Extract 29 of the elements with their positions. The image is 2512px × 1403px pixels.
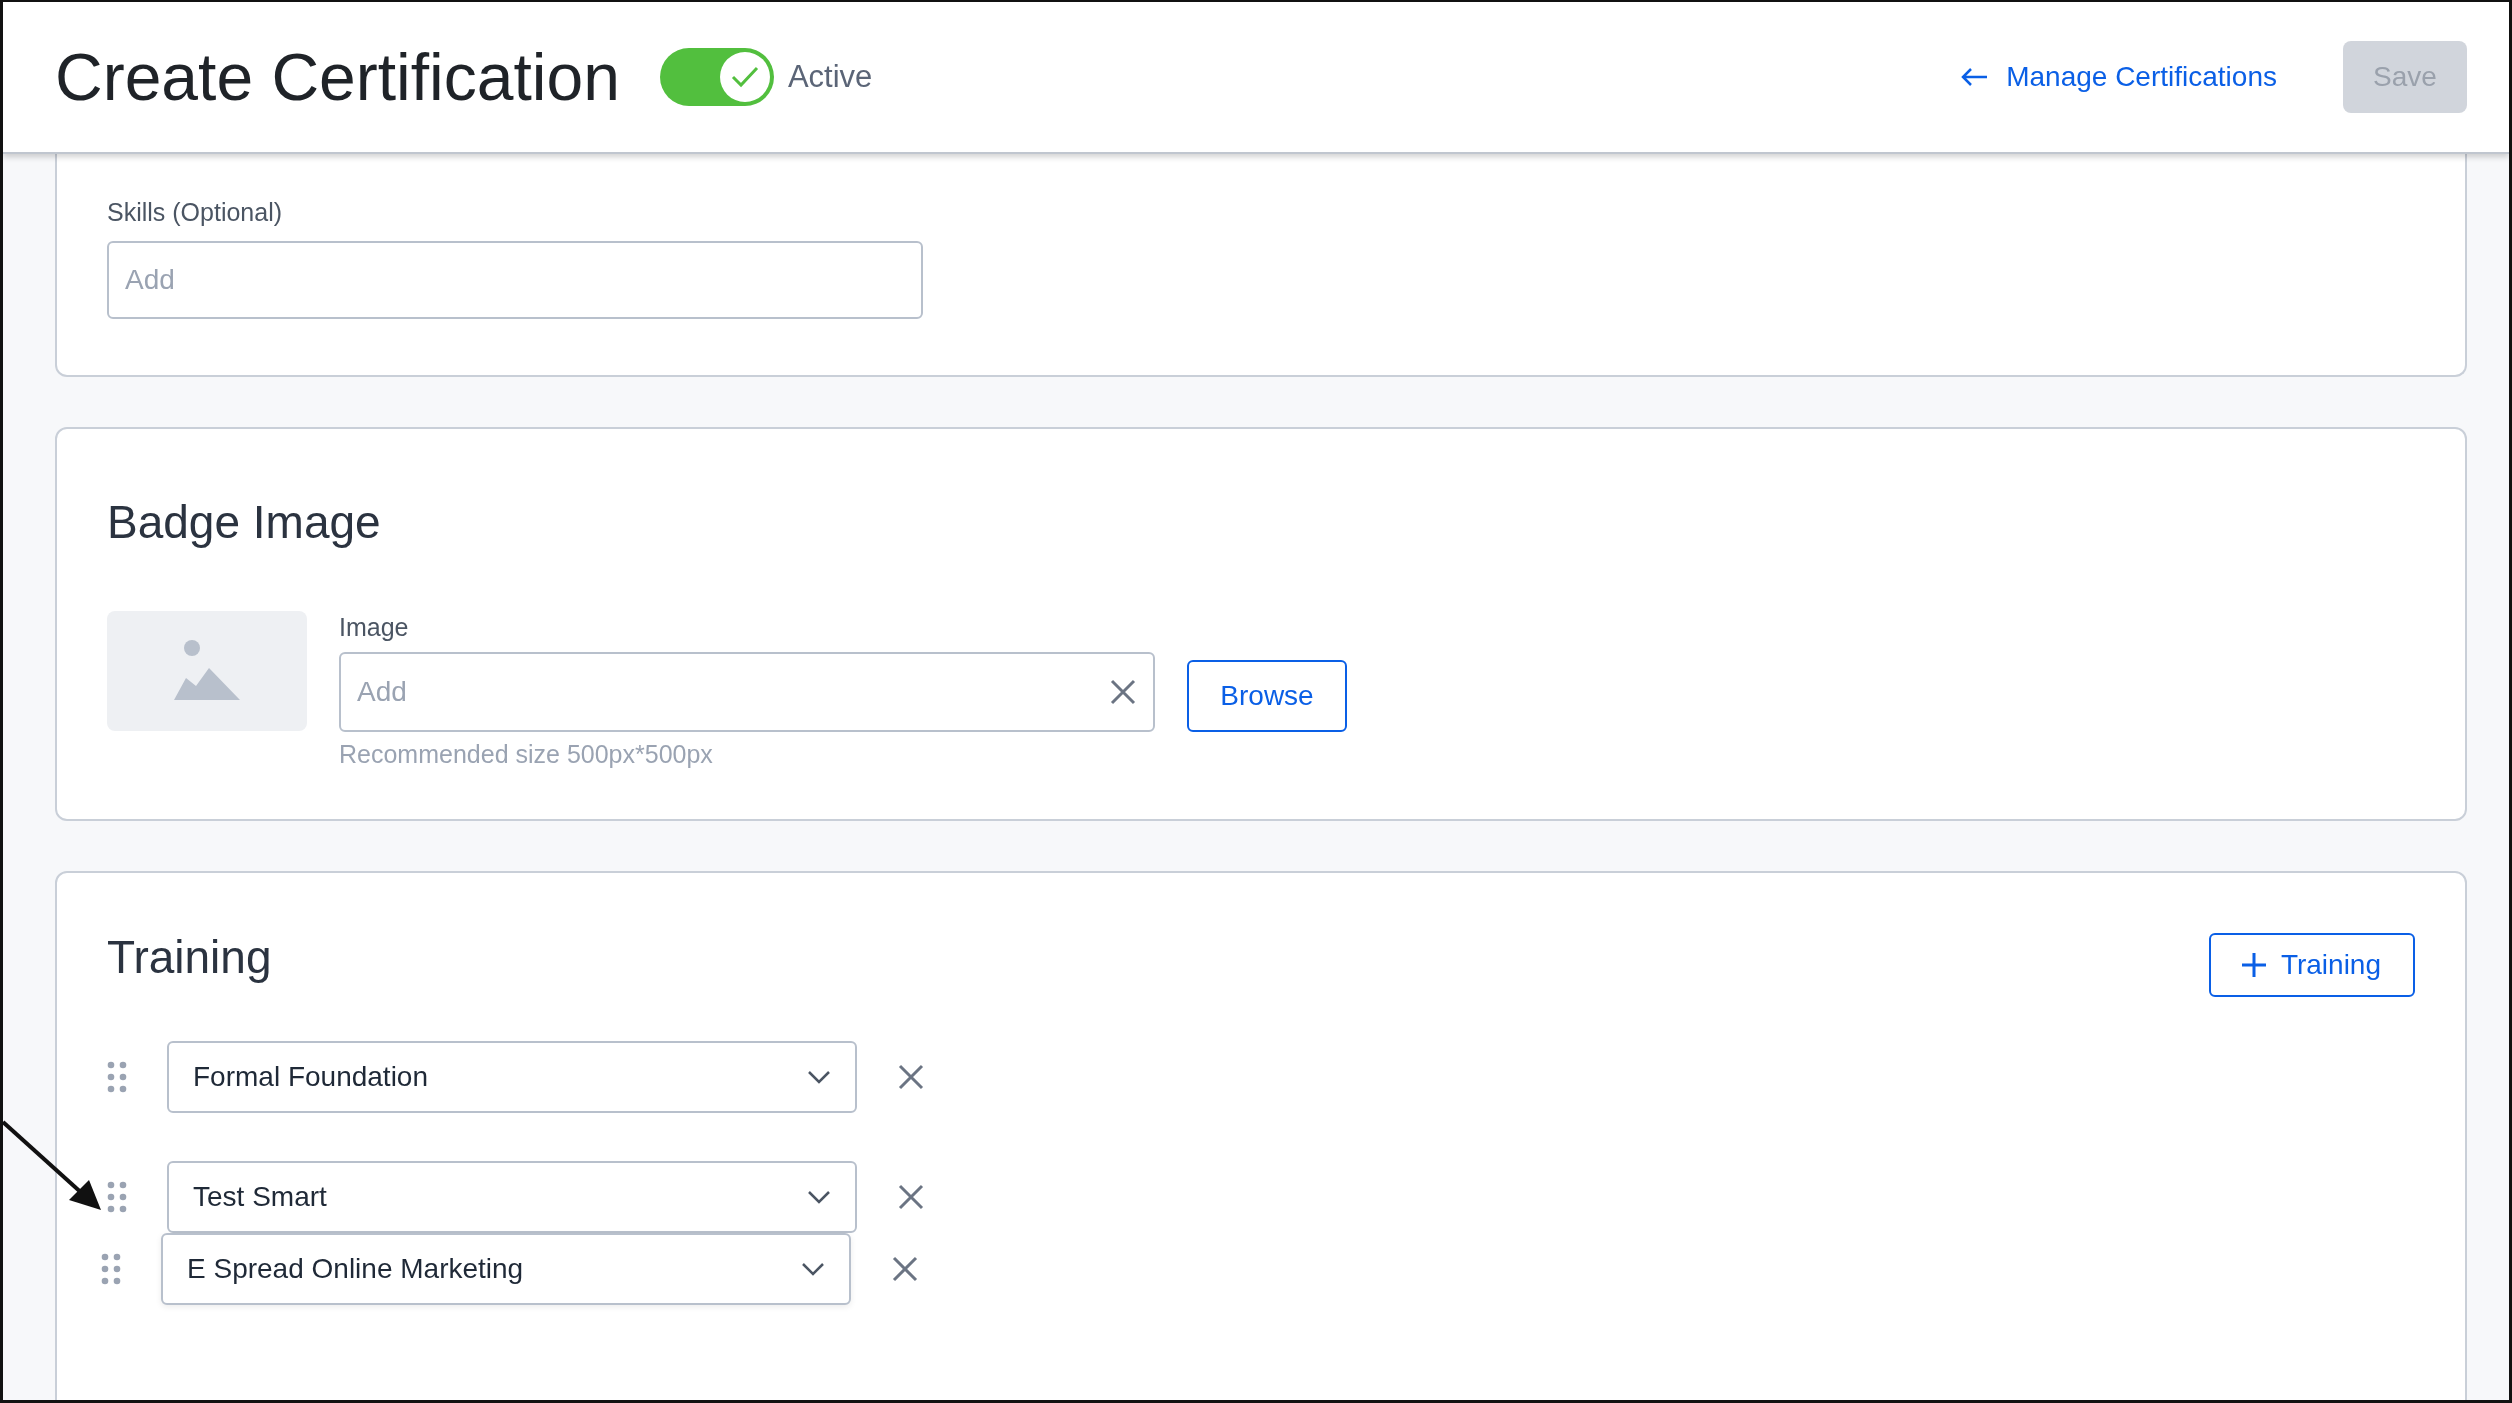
add-training-button[interactable]: Training [2208, 933, 2415, 997]
manage-certifications-link[interactable]: Manage Certifications [1960, 61, 2277, 93]
arrow-left-icon [1960, 67, 1989, 87]
drag-handle-icon[interactable] [107, 1181, 127, 1213]
chevron-down-icon [807, 1190, 831, 1204]
training-select[interactable]: E Spread Online Marketing [161, 1233, 851, 1305]
chevron-down-icon [801, 1262, 825, 1276]
browse-button[interactable]: Browse [1187, 660, 1347, 732]
training-select[interactable]: Test Smart [167, 1161, 857, 1233]
remove-icon[interactable] [891, 1255, 919, 1283]
plus-icon [2240, 952, 2267, 978]
field-label: Skills (Optional) [107, 198, 284, 227]
drag-handle-icon[interactable] [101, 1253, 121, 1285]
clear-icon[interactable] [1109, 678, 1137, 706]
hint-text: Recommended size 500px*500px [339, 740, 714, 769]
check-icon [719, 52, 770, 102]
training-select[interactable]: Formal Foundation [167, 1041, 857, 1113]
remove-icon[interactable] [897, 1063, 925, 1091]
status-label: Active [787, 59, 873, 95]
field-label: Image [339, 613, 410, 642]
status-toggle[interactable] [659, 48, 774, 106]
page-title: Create Certification [55, 39, 620, 115]
remove-icon[interactable] [897, 1183, 925, 1211]
image-icon [172, 640, 242, 702]
section-heading: Badge Image [107, 495, 382, 549]
section-heading: Training [107, 930, 272, 984]
chevron-down-icon [807, 1070, 831, 1084]
drag-handle-icon[interactable] [107, 1061, 127, 1093]
skills-input[interactable]: Add [107, 241, 923, 319]
